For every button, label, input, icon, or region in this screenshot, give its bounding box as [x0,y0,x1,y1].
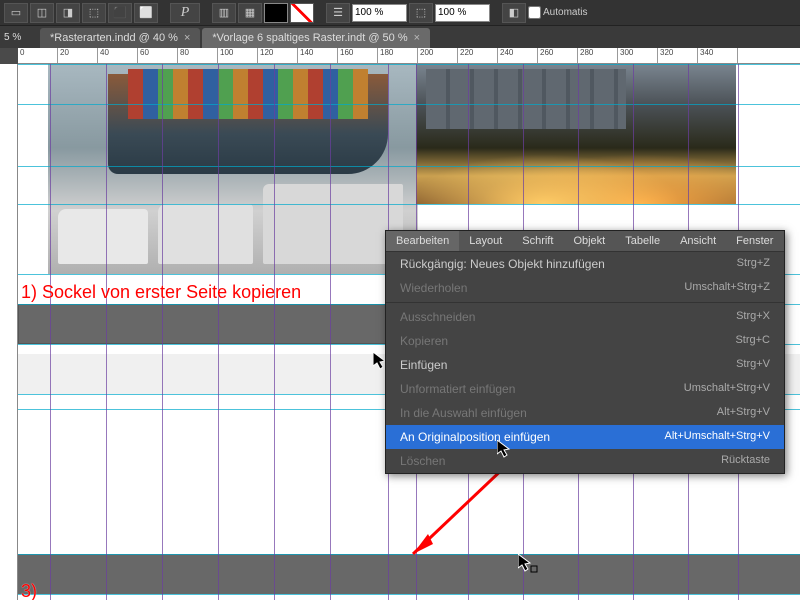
stroke-swatch[interactable] [290,3,314,23]
tool-button[interactable]: ⬚ [409,3,433,23]
context-menu-tab[interactable]: Objekt [563,231,615,251]
menu-item: In die Auswahl einfügenAlt+Strg+V [386,401,784,425]
zoom-field-1[interactable] [352,4,407,22]
split-indicator: 5 % [0,32,25,43]
sockel-frame[interactable] [18,304,388,344]
menu-item[interactable]: Rückgängig: Neues Objekt hinzufügenStrg+… [386,252,784,276]
fill-swatch[interactable] [264,3,288,23]
tool-button[interactable]: ⬛ [108,3,132,23]
tool-button[interactable]: ⬜ [134,3,158,23]
context-menu-tab[interactable]: Fenster [726,231,783,251]
auto-checkbox[interactable]: Automatis [528,6,587,19]
tool-button[interactable]: ▦ [238,3,262,23]
zoom-field-2[interactable] [435,4,490,22]
tool-button[interactable]: ◨ [56,3,80,23]
menu-item: KopierenStrg+C [386,329,784,353]
tool-button[interactable]: ⬚ [82,3,106,23]
tool-button[interactable]: ◧ [502,3,526,23]
context-menu-tab[interactable]: Ansicht [670,231,726,251]
context-menu-tab[interactable]: Layout [459,231,512,251]
context-menu-tab[interactable]: Bearbeiten [386,231,459,251]
tool-button[interactable]: ◫ [30,3,54,23]
menu-item[interactable]: An Originalposition einfügenAlt+Umschalt… [386,425,784,449]
document-tab[interactable]: *Rasterarten.indd @ 40 %× [40,28,200,48]
close-icon[interactable]: × [414,32,420,44]
context-menu-tab[interactable]: Tabelle [615,231,670,251]
text-tool-icon[interactable]: P [170,3,200,23]
menu-item: Unformatiert einfügenUmschalt+Strg+V [386,377,784,401]
image-frame-trucks[interactable] [48,64,418,274]
menu-item: WiederholenUmschalt+Strg+Z [386,276,784,300]
vertical-ruler[interactable] [0,64,18,600]
arrow-annotation [398,459,528,569]
context-menu-tab[interactable]: Schrift [512,231,563,251]
context-menu: BearbeitenLayoutSchriftObjektTabelleAnsi… [385,230,785,474]
close-icon[interactable]: × [184,32,190,44]
tool-button[interactable]: ☰ [326,3,350,23]
horizontal-ruler[interactable]: 0204060801001201401601802002202402602803… [18,48,800,64]
document-tab[interactable]: *Vorlage 6 spaltiges Raster.indt @ 50 %× [202,28,430,48]
tool-button[interactable]: ▥ [212,3,236,23]
menu-item: LöschenRücktaste [386,449,784,473]
context-menu-tabs: BearbeitenLayoutSchriftObjektTabelleAnsi… [386,231,784,252]
top-toolbar: ▭ ◫ ◨ ⬚ ⬛ ⬜ P ▥ ▦ ☰ ⬚ ◧ Automatis [0,0,800,26]
menu-item: AusschneidenStrg+X [386,305,784,329]
tool-button[interactable]: ▭ [4,3,28,23]
menu-item[interactable]: EinfügenStrg+V [386,353,784,377]
document-tabs: *Rasterarten.indd @ 40 %× *Vorlage 6 spa… [0,26,800,48]
